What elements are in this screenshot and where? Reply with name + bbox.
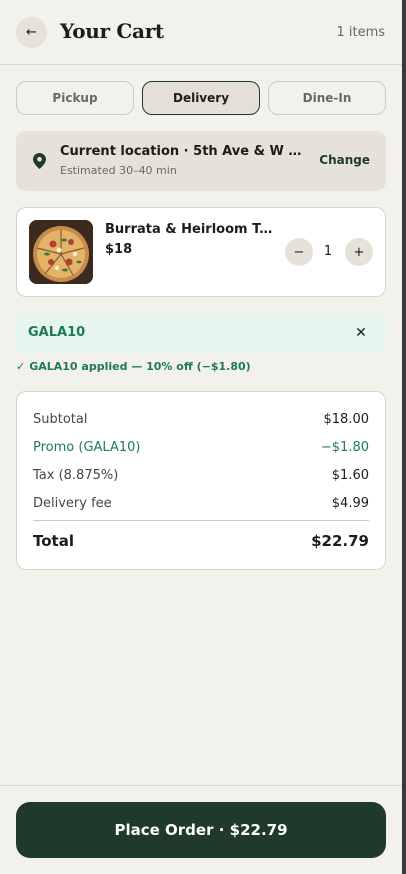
quantity-value: 1 [323,244,333,259]
subtotal-label: Subtotal [33,411,88,427]
promo-label: Promo (GALA10) [33,439,141,455]
tab-dine-in[interactable]: Dine-In [268,81,386,115]
subtotal-value: $18.00 [323,411,370,427]
promo-value: −$1.80 [320,439,369,455]
map-pin-icon [33,153,46,169]
delivery-estimate: Estimated 30–40 min [60,164,177,177]
total-value: $22.79 [311,532,369,550]
total-label: Total [33,532,74,550]
item-name: Burrata & Heirloom Toma... [105,222,280,237]
check-icon: ✓ [16,360,26,373]
scrollbar[interactable] [402,0,406,874]
tab-delivery[interactable]: Delivery [142,81,260,115]
place-order-button[interactable]: Place Order · $22.79 [16,802,386,858]
delivery-fee-value: $4.99 [331,495,369,511]
location-title: Current location · 5th Ave & W 53rd St,.… [60,144,310,159]
page-title: Your Cart [60,19,164,43]
decrease-quantity-button[interactable]: − [285,238,313,266]
plus-icon: + [353,244,365,260]
cart-item: Burrata & Heirloom Toma... $18 − 1 + [16,207,386,297]
order-summary: Subtotal $18.00 Promo (GALA10) −$1.80 Ta… [16,391,386,570]
tax-label: Tax (8.875%) [33,467,119,483]
tax-row: Tax (8.875%) $1.60 [33,466,369,484]
clear-promo-button[interactable]: ✕ [350,322,372,344]
promo-applied-message: ✓ GALA10 applied — 10% off (−$1.80) [16,360,251,373]
arrow-left-icon: ← [26,25,37,40]
delivery-fee-row: Delivery fee $4.99 [33,494,369,512]
subtotal-row: Subtotal $18.00 [33,410,369,428]
delivery-fee-label: Delivery fee [33,495,112,511]
delivery-location: Current location · 5th Ave & W 53rd St,.… [16,131,386,191]
item-count: 1 items [336,25,385,40]
promo-code-field[interactable]: GALA10 ✕ [16,313,386,353]
item-thumbnail [29,220,93,284]
promo-applied-text: GALA10 applied — 10% off (−$1.80) [29,360,251,373]
footer: Place Order · $22.79 [0,785,402,874]
header: ← Your Cart 1 items [0,0,402,65]
summary-divider [33,520,369,521]
minus-icon: − [293,244,305,260]
pizza-image [29,220,93,284]
tax-value: $1.60 [331,467,369,483]
item-price: $18 [105,242,133,257]
back-button[interactable]: ← [16,17,47,48]
tab-pickup[interactable]: Pickup [16,81,134,115]
cart-screen: ← Your Cart 1 items Pickup Delivery Dine… [0,0,406,874]
close-icon: ✕ [355,325,367,341]
order-type-tabs: Pickup Delivery Dine-In [16,81,386,115]
total-row: Total $22.79 [33,532,369,550]
promo-code-value: GALA10 [28,325,86,340]
change-location-button[interactable]: Change [319,153,370,167]
increase-quantity-button[interactable]: + [345,238,373,266]
promo-row: Promo (GALA10) −$1.80 [33,438,369,456]
